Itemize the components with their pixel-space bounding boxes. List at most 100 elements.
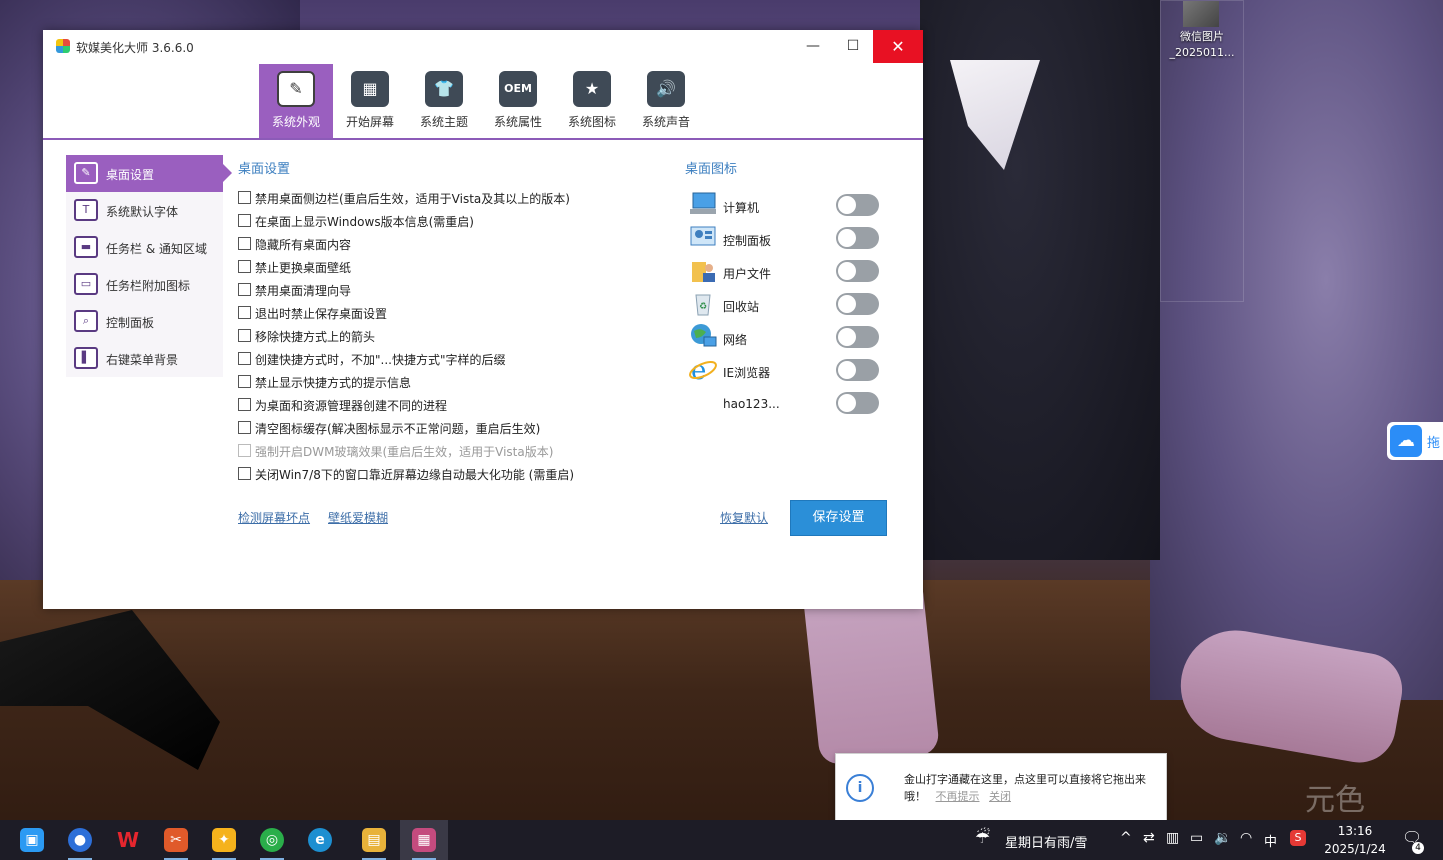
notification-count-badge: 4	[1412, 842, 1424, 854]
close-notification-link[interactable]: 关闭	[989, 790, 1011, 803]
window-title: 软媒美化大师 3.6.6.0	[76, 41, 194, 55]
checkbox[interactable]	[238, 191, 251, 204]
taskbar-app-tool[interactable]: ✂	[152, 820, 200, 860]
option-no-shortcut-suffix[interactable]: 创建快捷方式时，不加"...快捷方式"字样的后缀	[238, 351, 505, 371]
desktop-icon-row-computer: 计算机	[688, 190, 888, 223]
checkbox[interactable]	[238, 260, 251, 273]
svg-text:♻: ♻	[699, 302, 707, 312]
tab-start-screen[interactable]: ▦ 开始屏幕	[333, 64, 407, 138]
weather-icon[interactable]: ☔	[975, 828, 990, 848]
option-separate-process[interactable]: 为桌面和资源管理器创建不同的进程	[238, 397, 447, 417]
check-dead-pixels-link[interactable]: 检测屏幕坏点	[238, 509, 310, 526]
wallpaper-link[interactable]: 壁纸爱模糊	[328, 509, 388, 526]
taskbar-app-wps[interactable]: W	[104, 820, 152, 860]
checkbox[interactable]	[238, 375, 251, 388]
checkbox[interactable]	[238, 352, 251, 365]
taskbar-icon: ▬	[74, 236, 98, 258]
taskbar-app-edge[interactable]: e	[296, 820, 344, 860]
no-remind-link[interactable]: 不再提示	[936, 790, 980, 803]
weather-text[interactable]: 星期日有雨/雪	[1005, 832, 1087, 851]
checkbox[interactable]	[238, 421, 251, 434]
image-thumbnail-icon	[1183, 1, 1219, 27]
taskbar-app-ruanmei[interactable]: ▦	[400, 820, 448, 860]
toggle-recycle-bin[interactable]	[836, 293, 879, 315]
toggle-ie[interactable]	[836, 359, 879, 381]
menu-item-default-font[interactable]: T 系统默认字体	[66, 192, 223, 229]
close-button[interactable]: ✕	[873, 30, 923, 63]
checkbox[interactable]	[238, 306, 251, 319]
checkbox[interactable]	[238, 467, 251, 480]
desktop-icon-wechat-image[interactable]: 微信图片 _2025011...	[1160, 0, 1244, 302]
option-clear-icon-cache[interactable]: 清空图标缓存(解决图标显示不正常问题，重启后生效)	[238, 420, 540, 440]
menu-item-desktop-settings[interactable]: ✎ 桌面设置	[66, 155, 232, 192]
taskbar-app-explorer-lite[interactable]: ▣	[8, 820, 56, 860]
toggle-computer[interactable]	[836, 194, 879, 216]
baidu-drag-widget[interactable]: ☁ 拖	[1387, 422, 1443, 460]
wifi-icon[interactable]: ◠	[1240, 830, 1252, 846]
meter-icon[interactable]: ▥	[1166, 830, 1179, 846]
save-settings-button[interactable]: 保存设置	[790, 500, 887, 536]
menu-item-taskbar-extra-icons[interactable]: ▭ 任务栏附加图标	[66, 266, 223, 303]
option-hide-desktop[interactable]: 隐藏所有桌面内容	[238, 236, 351, 256]
ie-icon: e	[689, 356, 717, 383]
sogou-ime-icon[interactable]: S	[1290, 830, 1306, 846]
minimize-button[interactable]: —	[793, 30, 833, 63]
tab-system-sounds[interactable]: 🔊 系统声音	[629, 64, 703, 138]
chevron-up-icon[interactable]: ^	[1120, 830, 1132, 846]
desktop-icon-row-ie: e IE浏览器	[688, 355, 888, 388]
shirt-icon: 👕	[425, 71, 463, 107]
start-screen-icon: ▦	[351, 71, 389, 107]
maximize-button[interactable]: ☐	[833, 30, 873, 63]
option-remove-shortcut-arrow[interactable]: 移除快捷方式上的箭头	[238, 328, 375, 348]
checkbox[interactable]	[238, 237, 251, 250]
option-disable-cleanup-wizard[interactable]: 禁用桌面清理向导	[238, 282, 351, 302]
taskbar-app-browser[interactable]: ●	[56, 820, 104, 860]
toggle-hao123[interactable]	[836, 392, 879, 414]
tab-system-theme[interactable]: 👕 系统主题	[407, 64, 481, 138]
checkbox[interactable]	[238, 283, 251, 296]
checkbox[interactable]	[238, 329, 251, 342]
taskbar-app-file-explorer[interactable]: ▤	[350, 820, 398, 860]
option-hide-shortcut-tips[interactable]: 禁止显示快捷方式的提示信息	[238, 374, 411, 394]
volume-icon[interactable]: 🔉	[1214, 830, 1231, 846]
checkbox[interactable]	[238, 214, 251, 227]
font-icon: T	[74, 199, 98, 221]
app-window: 软媒美化大师 3.6.6.0 — ☐ ✕ ✎ 系统外观 ▦ 开始屏幕 👕 系统主…	[43, 30, 923, 609]
info-icon: i	[846, 774, 874, 802]
computer-icon	[690, 192, 716, 214]
tab-system-icons[interactable]: ★ 系统图标	[555, 64, 629, 138]
notification-popup[interactable]: i 金山打字通藏在这里，点这里可以直接将它拖出来哦！ 不再提示 关闭	[835, 753, 1167, 829]
battery-icon[interactable]: ▭	[1190, 830, 1203, 846]
option-lock-wallpaper[interactable]: 禁止更换桌面壁纸	[238, 259, 351, 279]
star-icon: ★	[573, 71, 611, 107]
menu-item-context-menu-bg[interactable]: ▌ 右键菜单背景	[66, 340, 223, 377]
user-files-icon	[692, 262, 715, 282]
sync-icon[interactable]: ⇄	[1143, 830, 1155, 846]
taskbar: ▣ ● W ✂ ✦ ◎ e ▤ ▦ ☔ 星期日有雨/雪 ^ ⇄ ▥ ▭ 🔉 ◠ …	[0, 820, 1443, 860]
toggle-user-files[interactable]	[836, 260, 879, 282]
checkbox[interactable]	[238, 398, 251, 411]
menu-item-taskbar-notify[interactable]: ▬ 任务栏 & 通知区域	[66, 229, 223, 266]
brush-icon: ✎	[74, 162, 98, 184]
notification-text: 金山打字通藏在这里，点这里可以直接将它拖出来哦！ 不再提示 关闭	[904, 773, 1146, 803]
option-disable-sidebar[interactable]: 禁用桌面侧边栏(重启后生效，适用于Vista及其以上的版本)	[238, 190, 570, 210]
toggle-control-panel[interactable]	[836, 227, 879, 249]
desktop-icon-label: 微信图片 _2025011...	[1169, 30, 1235, 59]
taskbar-app-wechat[interactable]: ◎	[248, 820, 296, 860]
option-disable-aero-snap[interactable]: 关闭Win7/8下的窗口靠近屏幕边缘自动最大化功能 (需重启)	[238, 466, 574, 486]
tab-system-appearance[interactable]: ✎ 系统外观	[259, 64, 333, 138]
toggle-network[interactable]	[836, 326, 879, 348]
oem-icon: OEM	[499, 71, 537, 107]
ime-indicator[interactable]: 中	[1264, 831, 1277, 850]
control-panel-icon	[690, 226, 716, 246]
menu-item-control-panel[interactable]: ⌕ 控制面板	[66, 303, 223, 340]
title-bar[interactable]: 软媒美化大师 3.6.6.0 — ☐ ✕	[43, 30, 923, 63]
restore-default-link[interactable]: 恢复默认	[720, 509, 768, 526]
clock[interactable]: 13:16 2025/1/24	[1320, 822, 1390, 858]
tab-system-properties[interactable]: OEM 系统属性	[481, 64, 555, 138]
checkbox	[238, 444, 251, 457]
brush-icon: ✎	[277, 71, 315, 107]
option-show-windows-version[interactable]: 在桌面上显示Windows版本信息(需重启)	[238, 213, 474, 233]
taskbar-app-folder[interactable]: ✦	[200, 820, 248, 860]
option-no-save-settings[interactable]: 退出时禁止保存桌面设置	[238, 305, 387, 325]
